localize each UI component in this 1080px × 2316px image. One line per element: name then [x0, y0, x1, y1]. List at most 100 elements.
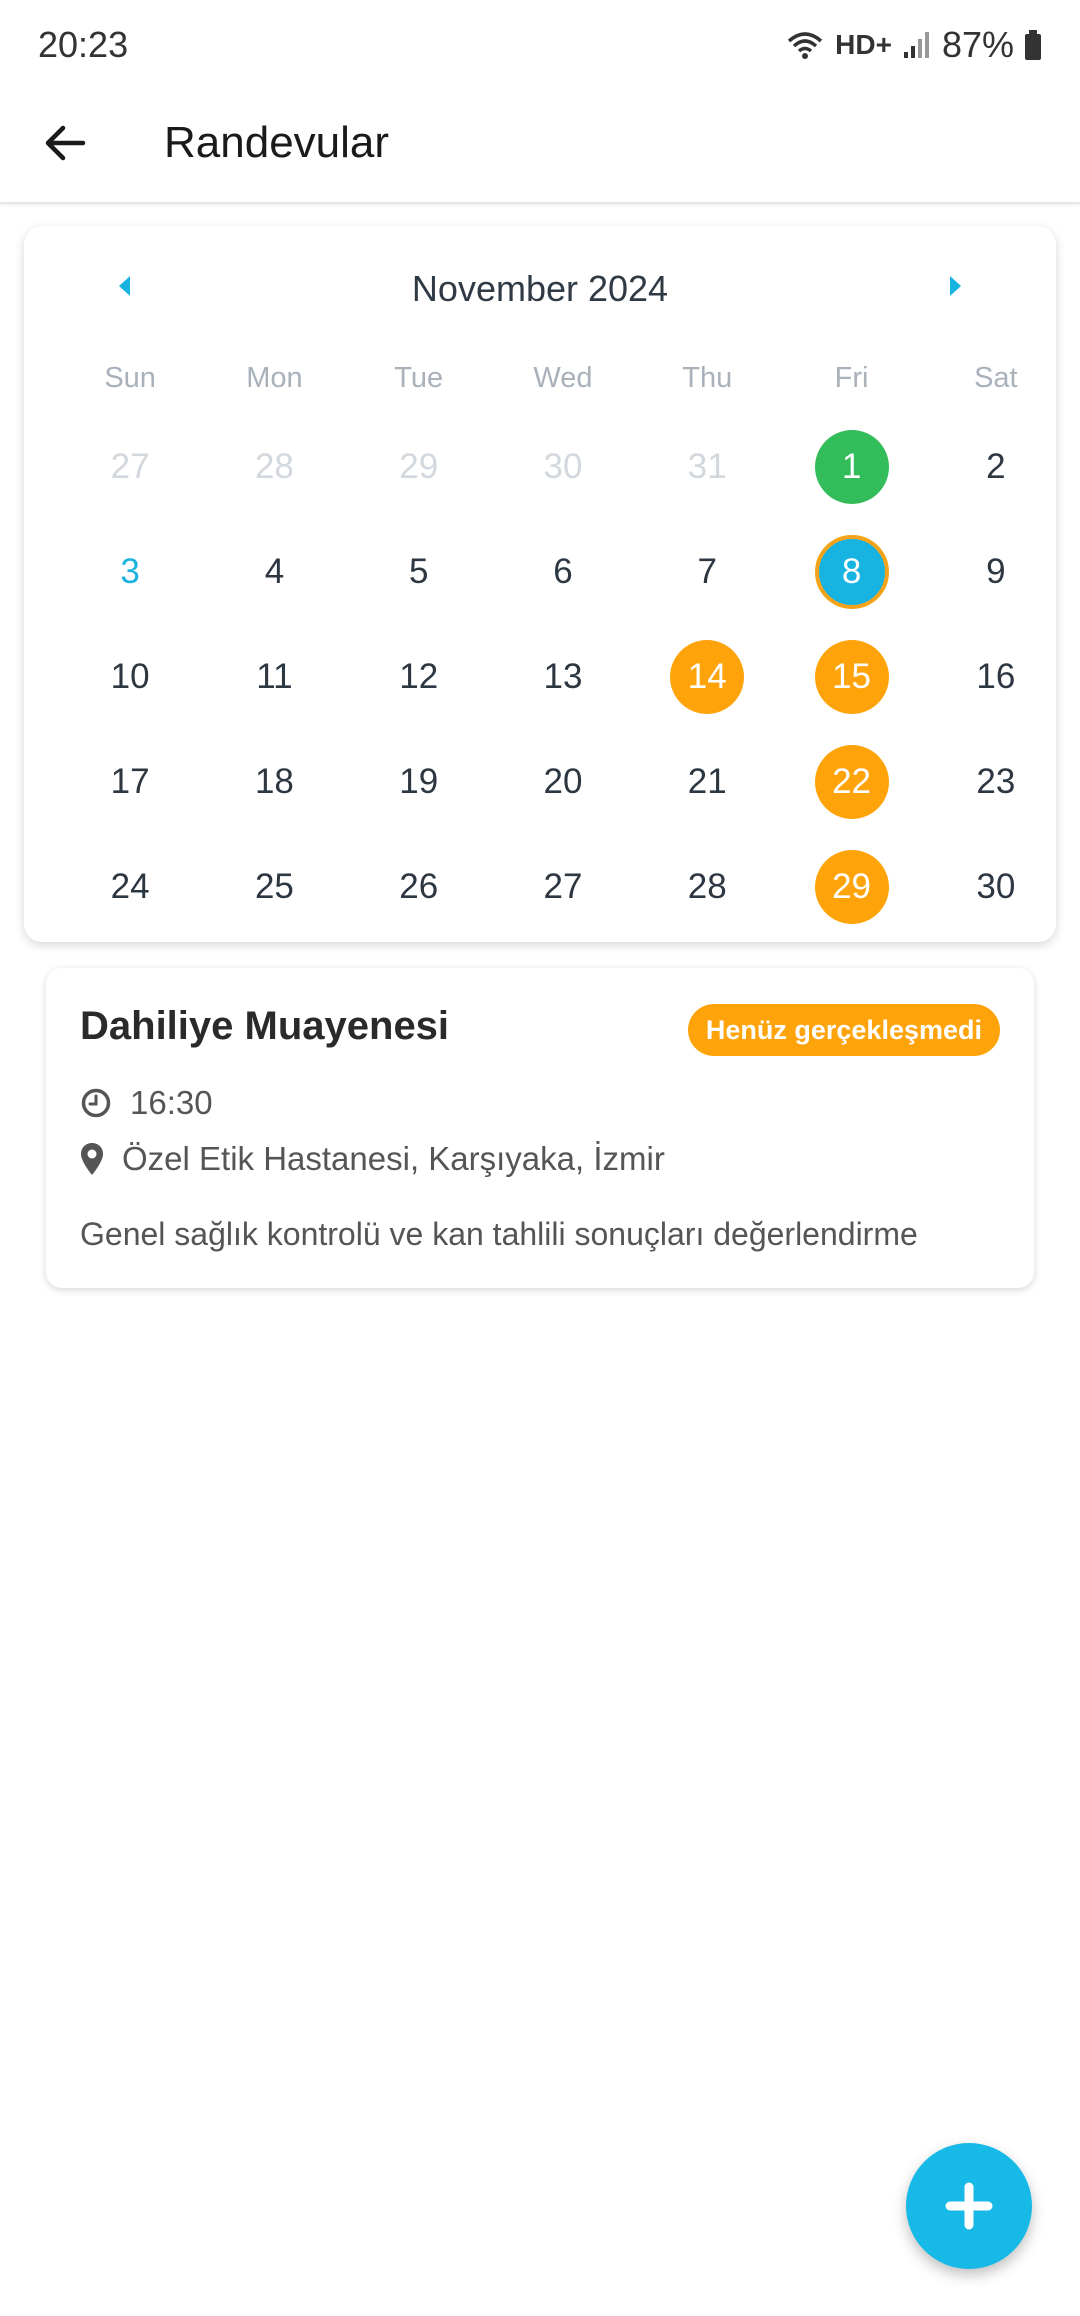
calendar-week-row: 17 18 19 20 21 22 23 — [58, 729, 1068, 834]
appointment-card[interactable]: Dahiliye Muayenesi Henüz gerçekleşmedi 1… — [46, 968, 1034, 1288]
calendar-day-label: 21 — [687, 761, 727, 801]
calendar-week-row: 10 11 12 13 14 15 16 — [58, 624, 1068, 729]
status-bar: 20:23 HD+ 87% — [0, 0, 1080, 92]
calendar-day-label: 17 — [110, 761, 150, 801]
clock-icon — [81, 1088, 111, 1118]
plus-icon — [945, 2182, 993, 2230]
calendar-day-label: 14 — [670, 639, 745, 714]
calendar-day[interactable]: 30 — [491, 414, 635, 519]
calendar-day-label: 23 — [976, 761, 1016, 801]
calendar-card: November 2024 Sun Mon Tue Wed Thu Fri Sat 27 28… — [24, 226, 1056, 942]
battery-icon — [1025, 30, 1041, 60]
calendar-day[interactable]: 8 — [779, 519, 923, 624]
wifi-icon — [787, 32, 823, 59]
calendar-day-label: 16 — [976, 656, 1016, 696]
calendar-day[interactable]: 31 — [635, 414, 779, 519]
calendar-week-row: 27 28 29 30 31 1 2 — [58, 414, 1068, 519]
calendar-day[interactable]: 4 — [202, 519, 346, 624]
calendar-day[interactable]: 9 — [924, 519, 1068, 624]
calendar-day-label: 1 — [814, 429, 889, 504]
calendar-day[interactable]: 20 — [491, 729, 635, 834]
calendar-day-label: 15 — [814, 639, 889, 714]
calendar-day[interactable]: 25 — [202, 834, 346, 939]
calendar-week-row: 24 25 26 27 28 29 30 — [58, 834, 1068, 939]
calendar-day-label: 19 — [399, 761, 439, 801]
calendar-day-label: 18 — [254, 761, 294, 801]
appointment-location-row: Özel Etik Hastanesi, Karşıyaka, İzmir — [80, 1140, 665, 1178]
weekday-label: Mon — [246, 362, 303, 394]
calendar-day[interactable]: 13 — [491, 624, 635, 729]
weekday-label: Tue — [394, 362, 444, 394]
map-pin-icon — [81, 1143, 103, 1175]
calendar-day-label: 28 — [687, 866, 727, 906]
status-icons: HD+ 87% — [785, 22, 1042, 68]
calendar-day-label: 9 — [986, 551, 1006, 591]
weekday-label: Wed — [533, 362, 593, 394]
calendar-day-label: 3 — [120, 551, 140, 591]
calendar-day[interactable]: 27 — [491, 834, 635, 939]
calendar-day-label: 25 — [254, 866, 294, 906]
calendar-day[interactable]: 11 — [202, 624, 346, 729]
add-appointment-button[interactable] — [906, 2143, 1032, 2269]
calendar-day-label: 13 — [543, 656, 583, 696]
calendar-day-label: 11 — [256, 656, 293, 696]
calendar-day[interactable]: 6 — [491, 519, 635, 624]
calendar-day[interactable]: 7 — [635, 519, 779, 624]
calendar-week-row: 3 4 5 6 7 8 9 — [58, 519, 1068, 624]
signal-icon — [903, 32, 929, 58]
calendar-day[interactable]: 23 — [924, 729, 1068, 834]
calendar-day-label: 30 — [543, 446, 583, 486]
weekday-label: Fri — [834, 362, 869, 394]
calendar-day[interactable]: 3 — [58, 519, 202, 624]
calendar-day[interactable]: 2 — [924, 414, 1068, 519]
status-time: 20:23 — [38, 24, 129, 65]
calendar-day[interactable]: 22 — [779, 729, 923, 834]
page-title: Randevular — [164, 118, 390, 167]
calendar-day[interactable]: 26 — [347, 834, 491, 939]
weekday-header-row: Sun Mon Tue Wed Thu Fri Sat — [58, 356, 1068, 400]
appointment-description: Genel sağlık kontrolü ve kan tahlili son… — [80, 1216, 918, 1252]
calendar-day-label: 20 — [543, 761, 583, 801]
calendar-day[interactable]: 24 — [58, 834, 202, 939]
appointment-location: Özel Etik Hastanesi, Karşıyaka, İzmir — [122, 1140, 665, 1177]
calendar-day-label: 31 — [687, 446, 727, 486]
weekday-label: Sat — [974, 362, 1018, 394]
calendar-day[interactable]: 14 — [635, 624, 779, 729]
next-month-button[interactable] — [936, 266, 976, 306]
calendar-day-label: 2 — [986, 446, 1006, 486]
calendar-day-label: 6 — [553, 551, 573, 591]
calendar-day[interactable]: 30 — [924, 834, 1068, 939]
status-badge: Henüz gerçekleşmedi — [687, 1004, 1000, 1056]
calendar-day-label: 7 — [697, 551, 717, 591]
calendar-day[interactable]: 17 — [58, 729, 202, 834]
network-type-label: HD+ — [835, 29, 892, 60]
calendar-day[interactable]: 10 — [58, 624, 202, 729]
calendar-day-label: 4 — [264, 551, 285, 591]
weekday-label: Thu — [682, 362, 733, 394]
calendar-day-label: 10 — [110, 656, 150, 696]
calendar-day-label: 28 — [254, 446, 294, 486]
calendar-day-label: 30 — [976, 866, 1016, 906]
calendar-grid: Sun Mon Tue Wed Thu Fri Sat 27 28 29 30 31 1 2 3 4 5 6 7 8… — [58, 356, 1068, 939]
calendar-day[interactable]: 19 — [347, 729, 491, 834]
appointment-title: Dahiliye Muayenesi — [80, 1004, 450, 1048]
calendar-day[interactable]: 21 — [635, 729, 779, 834]
calendar-day[interactable]: 1 — [779, 414, 923, 519]
calendar-day[interactable]: 12 — [347, 624, 491, 729]
appointment-time-row: 16:30 — [80, 1084, 213, 1122]
calendar-day[interactable]: 5 — [347, 519, 491, 624]
calendar-day[interactable]: 27 — [58, 414, 202, 519]
calendar-day[interactable]: 29 — [779, 834, 923, 939]
calendar-day[interactable]: 28 — [202, 414, 346, 519]
calendar-day[interactable]: 16 — [924, 624, 1068, 729]
app-bar: Randevular — [0, 92, 1080, 204]
calendar-day[interactable]: 15 — [779, 624, 923, 729]
calendar-day[interactable]: 28 — [635, 834, 779, 939]
caret-right-icon — [950, 276, 961, 296]
arrow-left-icon — [45, 125, 86, 161]
calendar-day-label: 22 — [814, 744, 889, 819]
calendar-day-label: 27 — [110, 446, 150, 486]
calendar-day[interactable]: 18 — [202, 729, 346, 834]
back-button[interactable] — [36, 114, 94, 172]
calendar-day[interactable]: 29 — [347, 414, 491, 519]
